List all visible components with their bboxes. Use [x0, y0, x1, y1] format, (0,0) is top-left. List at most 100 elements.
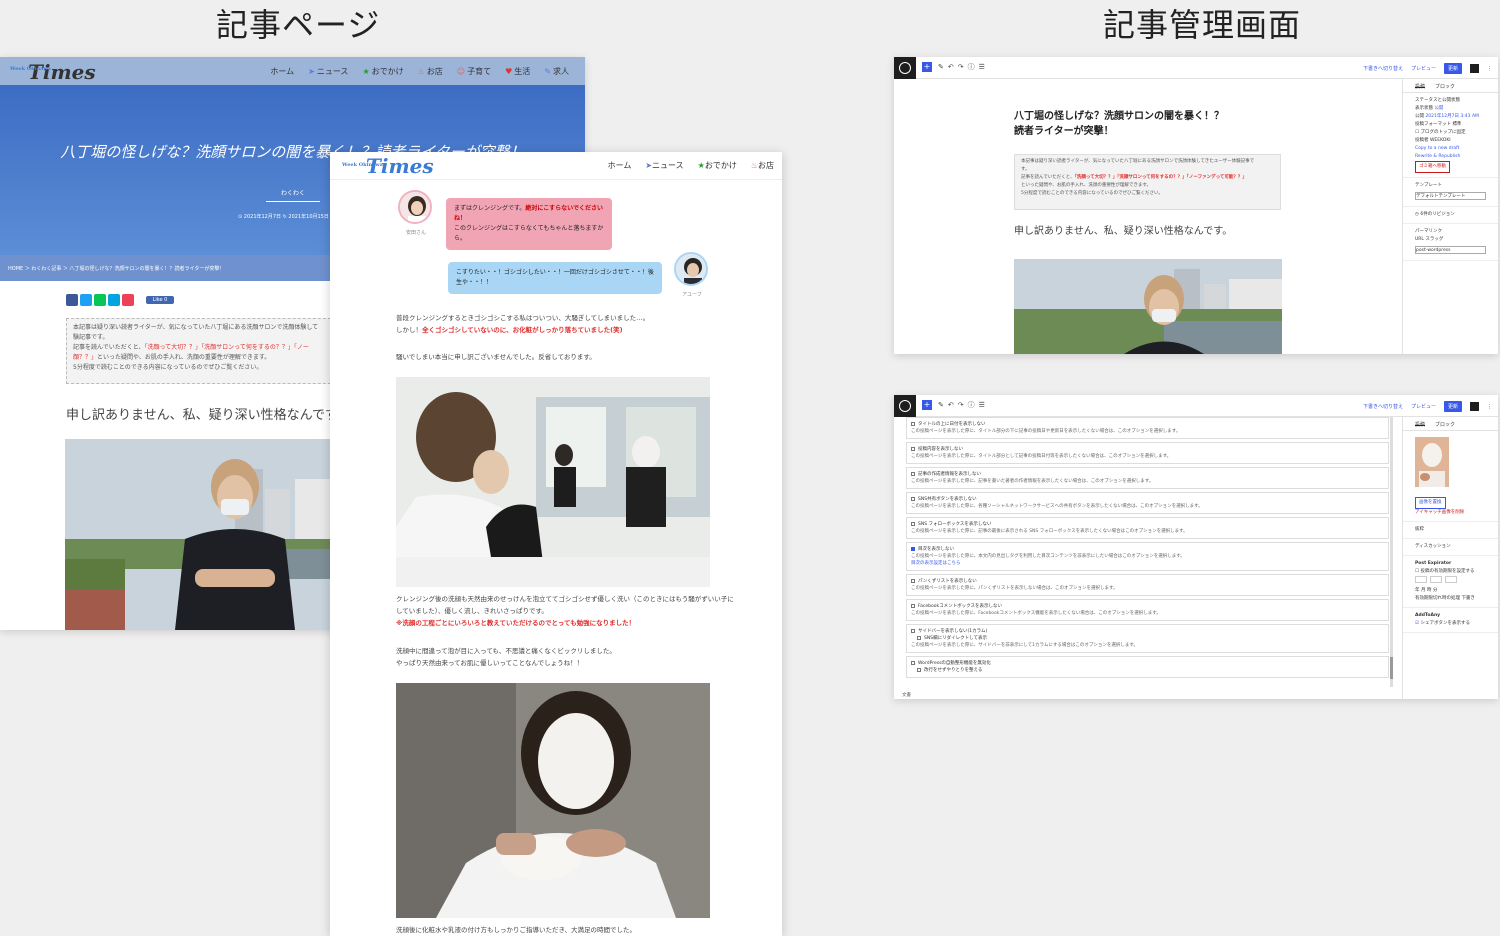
publish-date[interactable]: 2021年12月7日 3:43 AM	[1425, 114, 1478, 119]
post-option-checkbox[interactable]: WordPressの自動整形機能を無効化	[911, 660, 1384, 667]
list-view-icon[interactable]: ☰	[979, 401, 989, 409]
undo-icon[interactable]: ↶	[948, 63, 958, 71]
post-option-link[interactable]: 目次の表示設定はこちら	[911, 560, 1384, 567]
update-button[interactable]: 更新	[1443, 401, 1462, 412]
site-logo[interactable]: Times Week Okinawa	[342, 154, 434, 178]
author-select[interactable]: WEEKOKI	[1430, 138, 1451, 143]
preview-button[interactable]: プレビュー	[1411, 403, 1436, 410]
nav-news[interactable]: ➤ニュース	[645, 160, 683, 171]
facebook-share-icon[interactable]	[66, 294, 78, 306]
intro-line: 本記事は疑り深い読者ライターが、気になっていた八丁堀にある洗顔サロンで洗顔体験し…	[73, 324, 319, 331]
editor-image-block[interactable]	[1014, 259, 1282, 354]
nav-life[interactable]: ♥ 生活	[505, 66, 530, 77]
undo-icon[interactable]: ↶	[948, 401, 958, 409]
nav-news[interactable]: ➤ニュース	[308, 66, 348, 77]
status-panel-heading[interactable]: ステータスと公開状態	[1415, 97, 1486, 105]
template-select[interactable]: デフォルトテンプレート	[1415, 192, 1486, 200]
post-option-sub-checkbox[interactable]: 改行をせずやりとりを整える	[911, 667, 1384, 674]
site-logo[interactable]: Times Week Okinawa	[10, 60, 96, 84]
format-select[interactable]: 標準	[1452, 122, 1461, 127]
line-share-icon[interactable]	[94, 294, 106, 306]
post-option-row: パンくずリストを表示しない この投稿ページを表示した際に、パンくずリストを表示しな…	[906, 574, 1389, 596]
nav-home[interactable]: ホーム	[608, 160, 632, 171]
add-block-button[interactable]: +	[922, 400, 932, 410]
settings-gear-icon[interactable]	[1470, 64, 1479, 73]
nav-outing[interactable]: ★おでかけ	[698, 160, 737, 171]
post-option-checkbox[interactable]: タイトルの上に日付を表示しない	[911, 421, 1384, 428]
update-button[interactable]: 更新	[1443, 63, 1462, 74]
tab-post[interactable]: 投稿	[1415, 421, 1426, 428]
copy-draft-link[interactable]: Copy to a new draft	[1415, 145, 1486, 153]
chat-text: まずはクレンジングです。	[454, 205, 526, 212]
addtoany-heading[interactable]: AddToAny	[1415, 612, 1486, 620]
hatena-share-icon[interactable]	[108, 294, 120, 306]
post-option-checkbox[interactable]: Facebookコメントボックスを表示しない	[911, 603, 1384, 610]
permalink-heading[interactable]: パーマリンク	[1415, 228, 1486, 236]
post-option-checkbox[interactable]: パンくずリストを表示しない	[911, 578, 1384, 585]
nav-shop[interactable]: ♨お店	[418, 66, 443, 77]
switch-to-draft-button[interactable]: 下書きへ切り替え	[1363, 403, 1403, 410]
expire-action-select[interactable]: 下書き	[1461, 596, 1475, 601]
post-option-checkbox[interactable]: 投稿内容を表示しない	[911, 446, 1384, 453]
discussion-panel[interactable]: ディスカッション	[1403, 539, 1498, 556]
post-option-checkbox[interactable]: SNS共有ボタンを表示しない	[911, 496, 1384, 503]
editor-intro-block[interactable]: 本記事は疑り深い読者ライターが、気になっていた八丁堀にある洗顔サロンで洗顔体験し…	[1014, 154, 1281, 210]
year-field[interactable]	[1415, 576, 1427, 583]
remove-featured-image-link[interactable]: アイキャッチ画像を削除	[1415, 509, 1486, 517]
revisions-row[interactable]: ◷ 6件のリビジョン	[1403, 207, 1498, 224]
nav-shop[interactable]: ♨お店	[751, 160, 774, 171]
editor-post-title[interactable]: 八丁堀の怪しげな？洗顔サロンの闇を暴く！？ 読者ライターが突撃！	[1014, 109, 1224, 139]
post-option-checkbox[interactable]: サイドバーを表示しない(1カラム)	[911, 628, 1384, 635]
category-link[interactable]: わくわく	[266, 188, 320, 202]
replace-image-button[interactable]: 画像を置換	[1415, 497, 1446, 509]
visibility-value[interactable]: 公開	[1434, 106, 1443, 111]
sticky-row[interactable]: ☐ ブログのトップに固定	[1415, 129, 1486, 137]
template-heading[interactable]: テンプレート	[1415, 182, 1486, 190]
redo-icon[interactable]: ↷	[958, 401, 968, 409]
list-view-icon[interactable]: ☰	[979, 63, 989, 71]
twitter-share-icon[interactable]	[80, 294, 92, 306]
editor-lead-paragraph[interactable]: 申し訳ありません、私、疑り深い性格なんです。	[1014, 222, 1232, 237]
nav-home[interactable]: ホーム	[270, 66, 294, 77]
nav-jobs[interactable]: ✎ 求人	[544, 66, 569, 77]
info-icon[interactable]: ⓘ	[968, 401, 979, 409]
more-menu-icon[interactable]: ⋮	[1487, 404, 1492, 410]
nav-kids[interactable]: ☺ 子育て	[457, 66, 491, 77]
post-option-checkbox[interactable]: 目次を表示しない	[911, 546, 1384, 553]
move-to-trash-button[interactable]: ゴミ箱へ移動	[1415, 161, 1450, 173]
post-option-row: Facebookコメントボックスを表示しない この投稿ページを表示した際に、Fac…	[906, 599, 1389, 621]
post-option-checkbox[interactable]: SNS フォローボックスを表示しない	[911, 521, 1384, 528]
intro-line: 5分程度で読むことのできる内容になっているのでぜひご覧ください。	[73, 364, 263, 371]
month-field[interactable]	[1430, 576, 1442, 583]
tab-block[interactable]: ブロック	[1435, 83, 1455, 90]
post-option-checkbox[interactable]: 記事の作成者情報を表示しない	[911, 471, 1384, 478]
featured-image-thumbnail[interactable]	[1415, 437, 1449, 487]
share-buttons-row[interactable]: ☑ シェアボタンを表示する	[1415, 620, 1486, 628]
tab-block[interactable]: ブロック	[1435, 421, 1455, 428]
wordpress-logo-icon[interactable]	[894, 57, 916, 79]
post-option-sub-checkbox[interactable]: SNS欄にリダイレクトして表示	[911, 635, 1384, 642]
add-block-button[interactable]: +	[922, 62, 932, 72]
more-menu-icon[interactable]: ⋮	[1487, 66, 1492, 72]
nav-outing[interactable]: ★おでかけ	[362, 66, 403, 77]
pocket-share-icon[interactable]	[122, 294, 134, 306]
preview-button[interactable]: プレビュー	[1411, 65, 1436, 72]
excerpt-panel[interactable]: 抜粋	[1403, 522, 1498, 539]
day-field[interactable]	[1445, 576, 1457, 583]
metabox-scrollbar[interactable]	[1390, 417, 1393, 687]
pencil-icon[interactable]: ✎	[938, 401, 948, 409]
post-expirator-heading[interactable]: Post Expirator	[1415, 560, 1486, 568]
post-option-label: タイトルの上に日付を表示しない	[918, 422, 986, 427]
url-slug-input[interactable]: post-wordpress	[1415, 246, 1486, 254]
rewrite-link[interactable]: Rewrite & Republish	[1415, 153, 1486, 161]
info-icon[interactable]: ⓘ	[968, 63, 979, 71]
wordpress-logo-icon[interactable]	[894, 395, 916, 417]
tab-post[interactable]: 投稿	[1415, 83, 1426, 90]
enable-expire-row[interactable]: ☐ 投稿の有効期限を設定する	[1415, 568, 1486, 576]
settings-gear-icon[interactable]	[1470, 402, 1479, 411]
switch-to-draft-button[interactable]: 下書きへ切り替え	[1363, 65, 1403, 72]
facebook-like-button[interactable]: Like 0	[146, 296, 174, 304]
pencil-icon[interactable]: ✎	[938, 63, 948, 71]
redo-icon[interactable]: ↷	[958, 63, 968, 71]
post-option-row: 記事の作成者情報を表示しない この投稿ページを表示した際に、記事を書いた著者の作者…	[906, 467, 1389, 489]
